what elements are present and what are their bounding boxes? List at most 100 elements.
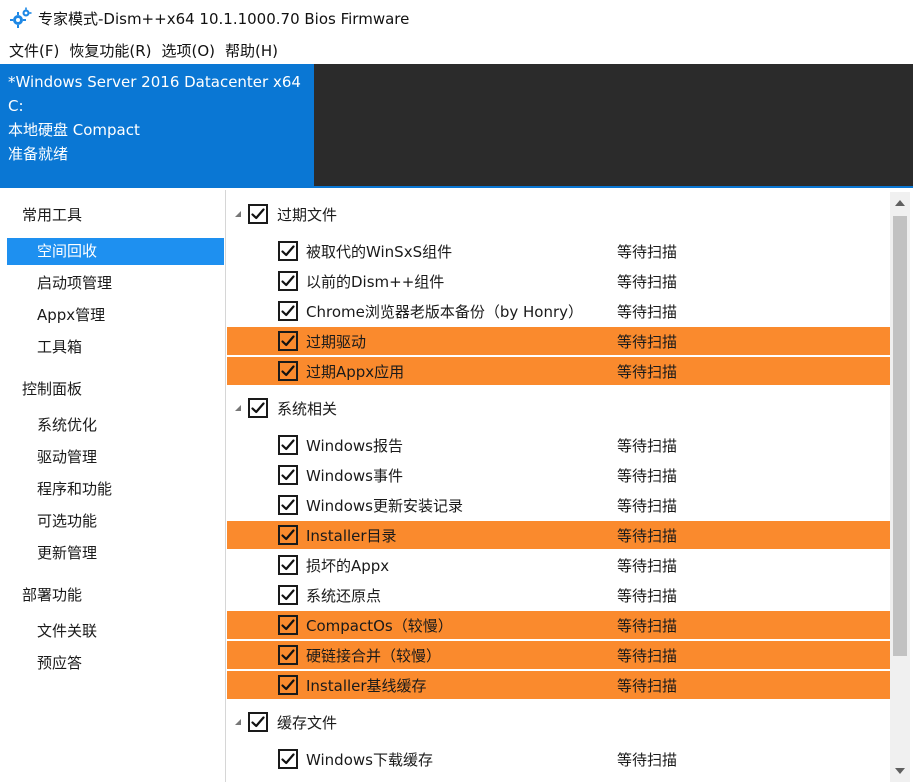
item-status: 等待扫描 <box>617 586 678 605</box>
item-checkbox[interactable] <box>278 465 298 485</box>
sidebar-item-file-association[interactable]: 文件关联 <box>7 618 224 645</box>
group-checkbox[interactable] <box>248 204 268 224</box>
group-checkbox[interactable] <box>248 398 268 418</box>
sidebar-section-deployment: 部署功能 <box>22 586 83 604</box>
scroll-down-icon[interactable] <box>894 766 906 776</box>
sidebar-item-unattend[interactable]: 预应答 <box>7 650 224 677</box>
item-checkbox[interactable] <box>278 361 298 381</box>
group-label: 系统相关 <box>277 399 338 418</box>
item-label: 损坏的Appx <box>306 556 390 575</box>
group-row[interactable]: 过期文件 <box>227 200 891 228</box>
cleanup-item-row[interactable]: Windows更新安装记录 等待扫描 <box>227 491 891 519</box>
item-checkbox[interactable] <box>278 675 298 695</box>
item-status: 等待扫描 <box>617 616 678 635</box>
item-status: 等待扫描 <box>617 556 678 575</box>
item-status: 等待扫描 <box>617 526 678 545</box>
item-status: 等待扫描 <box>617 750 678 769</box>
cleanup-item-row[interactable]: 损坏的Appx 等待扫描 <box>227 551 891 579</box>
menu-file[interactable]: 文件(F) <box>4 38 64 63</box>
sidebar-section-control-panel: 控制面板 <box>22 380 83 398</box>
menu-restore[interactable]: 恢复功能(R) <box>64 38 156 63</box>
scrollbar-thumb[interactable] <box>893 216 907 656</box>
menu-options[interactable]: 选项(O) <box>156 38 220 63</box>
item-checkbox[interactable] <box>278 525 298 545</box>
sidebar: 常用工具 空间回收 启动项管理 Appx管理 工具箱 控制面板 系统优化 驱动管… <box>2 190 226 782</box>
item-checkbox[interactable] <box>278 331 298 351</box>
item-label: Installer目录 <box>306 526 397 545</box>
cleanup-item-row[interactable]: 硬链接合并（较慢） 等待扫描 <box>227 641 891 669</box>
scroll-up-icon[interactable] <box>894 198 906 208</box>
item-label: Installer基线缓存 <box>306 676 427 695</box>
cleanup-item-row[interactable]: CompactOs（较慢） 等待扫描 <box>227 611 891 639</box>
group-label: 过期文件 <box>277 205 338 224</box>
collapse-triangle-icon[interactable] <box>233 717 243 727</box>
menu-bar: 文件(F) 恢复功能(R) 选项(O) 帮助(H) <box>0 36 913 64</box>
item-status: 等待扫描 <box>617 242 678 261</box>
item-label: Windows事件 <box>306 466 403 485</box>
collapse-triangle-icon[interactable] <box>233 209 243 219</box>
item-label: CompactOs（较慢） <box>306 616 453 635</box>
collapse-triangle-icon[interactable] <box>233 403 243 413</box>
item-label: 过期驱动 <box>306 332 367 351</box>
sidebar-item-update-manager[interactable]: 更新管理 <box>7 540 224 567</box>
item-status: 等待扫描 <box>617 436 678 455</box>
item-status: 等待扫描 <box>617 496 678 515</box>
item-checkbox[interactable] <box>278 585 298 605</box>
group-label: 缓存文件 <box>277 713 338 732</box>
os-name: *Windows Server 2016 Datacenter x64 <box>8 73 301 91</box>
cleanup-item-row[interactable]: Chrome浏览器老版本备份（by Honry） 等待扫描 <box>227 297 891 325</box>
item-checkbox[interactable] <box>278 495 298 515</box>
item-checkbox[interactable] <box>278 615 298 635</box>
cleanup-item-row[interactable]: Installer目录 等待扫描 <box>227 521 891 549</box>
group-row[interactable]: 缓存文件 <box>227 708 891 736</box>
group-checkbox[interactable] <box>248 712 268 732</box>
group-row[interactable]: 系统相关 <box>227 394 891 422</box>
item-status: 等待扫描 <box>617 466 678 485</box>
cleanup-item-row[interactable]: 系统还原点 等待扫描 <box>227 581 891 609</box>
item-checkbox[interactable] <box>278 555 298 575</box>
item-status: 等待扫描 <box>617 272 678 291</box>
item-status: 等待扫描 <box>617 302 678 321</box>
session-list-area[interactable] <box>314 64 913 186</box>
vertical-scrollbar[interactable] <box>890 192 910 782</box>
sidebar-item-startup-manager[interactable]: 启动项管理 <box>7 270 224 297</box>
item-label: Windows更新安装记录 <box>306 496 463 515</box>
cleanup-item-row[interactable]: Windows报告 等待扫描 <box>227 431 891 459</box>
sidebar-item-space-cleanup[interactable]: 空间回收 <box>7 238 224 265</box>
item-label: 被取代的WinSxS组件 <box>306 242 453 261</box>
cleanup-list: 过期文件 被取代的WinSxS组件 等待扫描 以前的Dism++组件 等待扫描 Chrom… <box>227 190 913 782</box>
item-checkbox[interactable] <box>278 271 298 291</box>
item-status: 等待扫描 <box>617 332 678 351</box>
sidebar-item-driver-manager[interactable]: 驱动管理 <box>7 444 224 471</box>
sidebar-item-appx-manager[interactable]: Appx管理 <box>7 302 224 329</box>
item-checkbox[interactable] <box>278 749 298 769</box>
cleanup-item-row[interactable]: Windows下载缓存 等待扫描 <box>227 745 891 773</box>
cleanup-item-row[interactable]: Installer基线缓存 等待扫描 <box>227 671 891 699</box>
session-status: 准备就绪 <box>8 145 69 163</box>
item-label: Windows报告 <box>306 436 403 455</box>
cleanup-item-row[interactable]: 以前的Dism++组件 等待扫描 <box>227 267 891 295</box>
window-title: 专家模式-Dism++x64 10.1.1000.70 Bios Firmwar… <box>38 9 410 28</box>
cleanup-item-row[interactable]: Windows事件 等待扫描 <box>227 461 891 489</box>
item-label: Windows下载缓存 <box>306 750 433 769</box>
cleanup-item-row[interactable]: 被取代的WinSxS组件 等待扫描 <box>227 237 891 265</box>
menu-help[interactable]: 帮助(H) <box>220 38 283 63</box>
item-checkbox[interactable] <box>278 645 298 665</box>
disk-type: 本地硬盘 Compact <box>8 121 140 139</box>
sidebar-item-optional-features[interactable]: 可选功能 <box>7 508 224 535</box>
sidebar-item-system-optimize[interactable]: 系统优化 <box>7 412 224 439</box>
item-checkbox[interactable] <box>278 435 298 455</box>
title-bar: 专家模式-Dism++x64 10.1.1000.70 Bios Firmwar… <box>0 0 913 36</box>
gears-icon <box>10 7 32 29</box>
sidebar-item-toolbox[interactable]: 工具箱 <box>7 334 224 361</box>
item-checkbox[interactable] <box>278 301 298 321</box>
session-info-panel[interactable]: *Windows Server 2016 Datacenter x64 C: 本… <box>0 64 314 186</box>
sidebar-item-programs-features[interactable]: 程序和功能 <box>7 476 224 503</box>
item-status: 等待扫描 <box>617 646 678 665</box>
item-label: 以前的Dism++组件 <box>306 272 445 291</box>
item-status: 等待扫描 <box>617 362 678 381</box>
item-checkbox[interactable] <box>278 241 298 261</box>
cleanup-item-row[interactable]: 过期驱动 等待扫描 <box>227 327 891 355</box>
cleanup-item-row[interactable]: 过期Appx应用 等待扫描 <box>227 357 891 385</box>
item-label: 系统还原点 <box>306 586 382 605</box>
